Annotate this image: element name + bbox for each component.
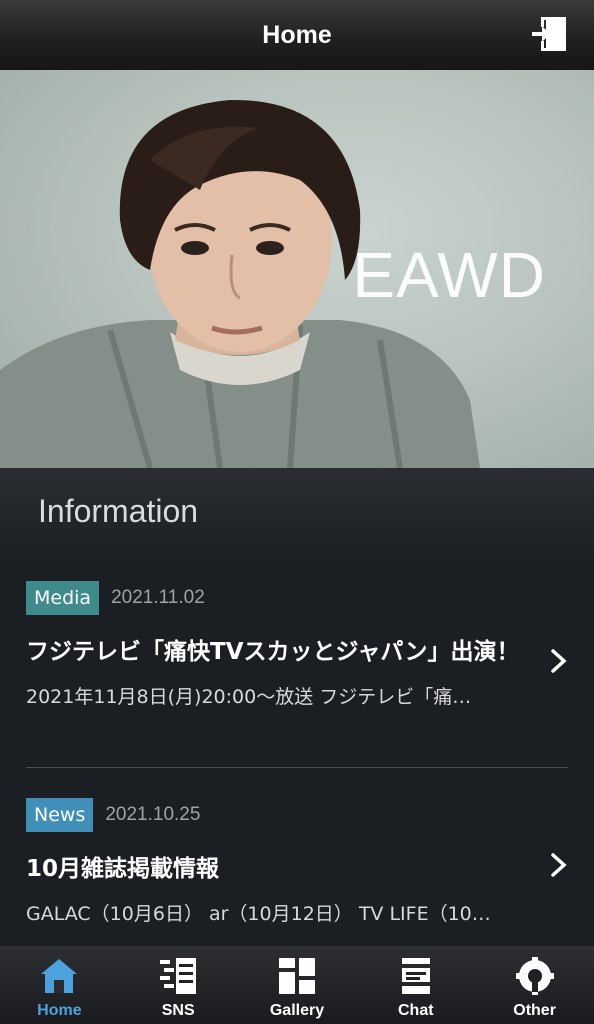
hero-banner: EAWD bbox=[0, 70, 594, 468]
chevron-right-icon bbox=[551, 649, 567, 673]
news-date: 2021.10.25 bbox=[105, 804, 201, 825]
section-title: Information bbox=[38, 492, 199, 529]
home-icon bbox=[41, 959, 78, 993]
gallery-icon bbox=[278, 958, 315, 994]
logout-button[interactable] bbox=[530, 14, 570, 54]
other-icon bbox=[515, 957, 554, 995]
news-excerpt: GALAC（10月6日） ar（10月12日） TV LIFE（10… bbox=[26, 903, 491, 925]
tab-label: Home bbox=[37, 1002, 82, 1019]
tab-label: Other bbox=[513, 1002, 556, 1019]
news-headline: 10月雑誌掲載情報 bbox=[26, 856, 220, 882]
tab-chat[interactable]: Chat bbox=[356, 946, 475, 1024]
news-item[interactable]: Media 2021.11.02 フジテレビ「痛快TVスカッとジャパン」出演！ … bbox=[26, 580, 568, 709]
chevron-right-icon bbox=[551, 853, 567, 877]
category-badge: Media bbox=[26, 581, 100, 615]
tab-label: SNS bbox=[161, 1002, 195, 1019]
logout-icon bbox=[532, 17, 566, 51]
tab-gallery[interactable]: Gallery bbox=[238, 946, 357, 1024]
page-title: Home bbox=[262, 20, 332, 49]
tab-label: Gallery bbox=[269, 1002, 325, 1019]
brand-logo-text: EAWD bbox=[352, 239, 546, 311]
news-list: Media 2021.11.02 フジテレビ「痛快TVスカッとジャパン」出演！ … bbox=[0, 554, 594, 946]
top-bar: Home bbox=[0, 0, 594, 70]
chat-icon bbox=[401, 958, 430, 994]
information-section-header: Information bbox=[0, 468, 594, 554]
list-divider bbox=[26, 767, 568, 768]
tab-sns[interactable]: SNS bbox=[119, 946, 238, 1024]
news-headline: フジテレビ「痛快TVスカッとジャパン」出演！ bbox=[26, 639, 520, 665]
tab-other[interactable]: Other bbox=[475, 946, 594, 1024]
sns-icon bbox=[160, 958, 197, 994]
news-item[interactable]: News 2021.10.25 10月雑誌掲載情報 GALAC（10月6日） a… bbox=[26, 797, 568, 926]
category-badge: News bbox=[26, 798, 94, 832]
news-excerpt: 2021年11月8日(月)20:00〜放送 フジテレビ「痛… bbox=[26, 686, 472, 708]
tab-home[interactable]: Home bbox=[0, 946, 119, 1024]
bottom-tab-bar: Home SNS Gallery Chat Other bbox=[0, 946, 594, 1024]
news-date: 2021.11.02 bbox=[111, 587, 205, 608]
tab-label: Chat bbox=[398, 1002, 434, 1019]
